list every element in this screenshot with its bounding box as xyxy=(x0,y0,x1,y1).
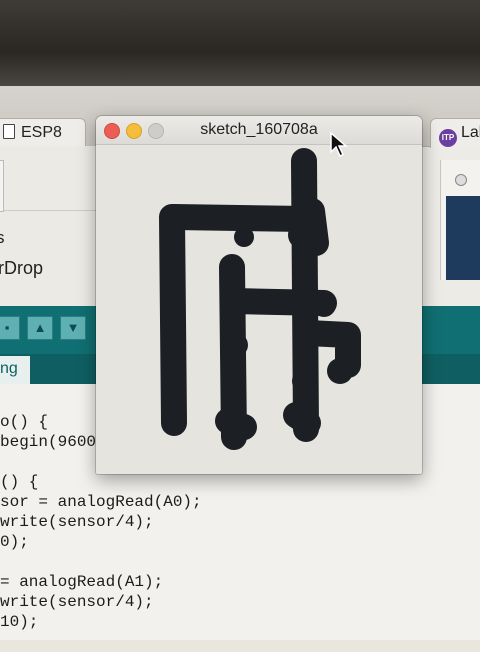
browser-tab-label: Lal xyxy=(461,124,480,141)
save-icon[interactable]: ▼ xyxy=(60,316,86,340)
open-icon[interactable]: ▲ xyxy=(27,316,53,340)
itp-logo-icon: ITP xyxy=(439,129,457,147)
sketch-titlebar[interactable]: sketch_160708a xyxy=(96,116,422,145)
browser-tab-lab[interactable]: ITPLal xyxy=(430,118,480,148)
browser-dark-image xyxy=(446,196,480,280)
browser-tab-esp[interactable]: ESP8 xyxy=(0,118,86,148)
stroke-middle-horizontal xyxy=(221,288,337,316)
sketch-canvas[interactable] xyxy=(96,145,422,474)
upload-icon[interactable]: ▪ xyxy=(0,316,20,340)
ide-menu-fragment[interactable]: s xyxy=(0,228,5,248)
stroke-top-horizontal xyxy=(161,204,319,232)
stroke-dot xyxy=(224,333,248,357)
ide-menu-fragment-2[interactable]: rDrop xyxy=(0,258,43,279)
stroke-dot xyxy=(234,227,254,247)
code-line: 10); xyxy=(0,613,39,631)
stroke-bottom-right xyxy=(283,402,321,436)
code-line: sor = analogRead(A0); xyxy=(0,493,202,511)
stroke-dot xyxy=(312,293,336,317)
mouse-pointer-icon xyxy=(330,132,348,158)
stroke-dot xyxy=(292,369,316,393)
drawing-strokes xyxy=(159,148,361,450)
stroke-dot xyxy=(288,221,316,249)
monitor-bezel xyxy=(0,0,480,86)
stroke-left-vertical xyxy=(159,204,187,436)
code-line: 0); xyxy=(0,533,29,551)
stroke-bottom-mid xyxy=(215,408,257,440)
code-line: write(sensor/4); xyxy=(0,513,154,531)
window-dot-icon xyxy=(455,174,467,186)
code-line: write(sensor/4); xyxy=(0,593,154,611)
browser-tab-label: ESP8 xyxy=(21,124,62,141)
sketch-title: sketch_160708a xyxy=(200,121,318,138)
ide-menu-row xyxy=(0,150,96,211)
stroke-dot xyxy=(327,358,353,384)
document-icon xyxy=(3,124,15,139)
ide-side-box xyxy=(0,160,4,212)
code-line: () { xyxy=(0,473,39,491)
code-line: = analogRead(A1); xyxy=(0,573,164,591)
sketch-window[interactable]: sketch_160708a xyxy=(96,116,422,474)
ide-sketch-tab[interactable]: ng xyxy=(0,356,30,384)
